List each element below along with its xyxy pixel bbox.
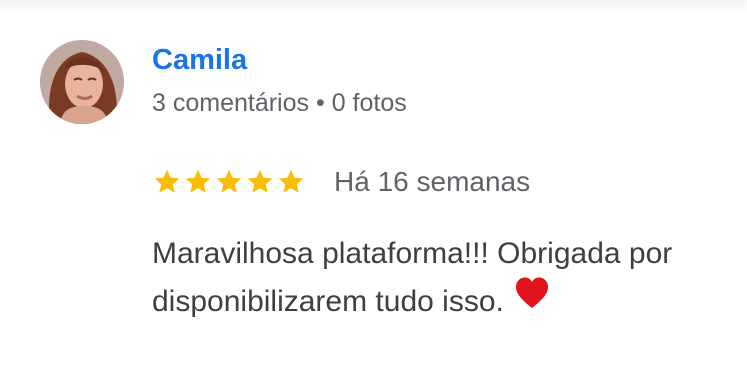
review-text: Maravilhosa plataforma!!! Obrigada por d… — [152, 230, 747, 326]
review-text-line-2: disponibilizarem tudo isso. — [152, 276, 747, 326]
star-icon — [185, 169, 211, 193]
comment-count: 3 comentários — [152, 89, 310, 117]
review-time: Há 16 semanas — [334, 166, 531, 197]
review-text-line-1: Maravilhosa plataforma!!! Obrigada por — [152, 237, 673, 270]
avatar-photo — [40, 40, 124, 124]
author-name[interactable]: Camila — [152, 44, 247, 77]
star-icon — [154, 169, 180, 193]
star-icon — [247, 169, 273, 193]
rating-row: Há 16 semanas — [152, 165, 530, 199]
star-rating — [152, 167, 306, 197]
avatar[interactable] — [40, 40, 124, 124]
heart-icon — [514, 276, 550, 325]
top-shadow — [0, 0, 747, 12]
photo-count: 0 fotos — [331, 89, 407, 117]
star-icon — [216, 169, 242, 193]
author-stats: 3 comentários • 0 fotos — [152, 89, 407, 118]
separator-dot: • — [315, 89, 325, 117]
review-text-line-2-text: disponibilizarem tudo isso. — [152, 285, 504, 318]
star-icon — [278, 169, 304, 193]
